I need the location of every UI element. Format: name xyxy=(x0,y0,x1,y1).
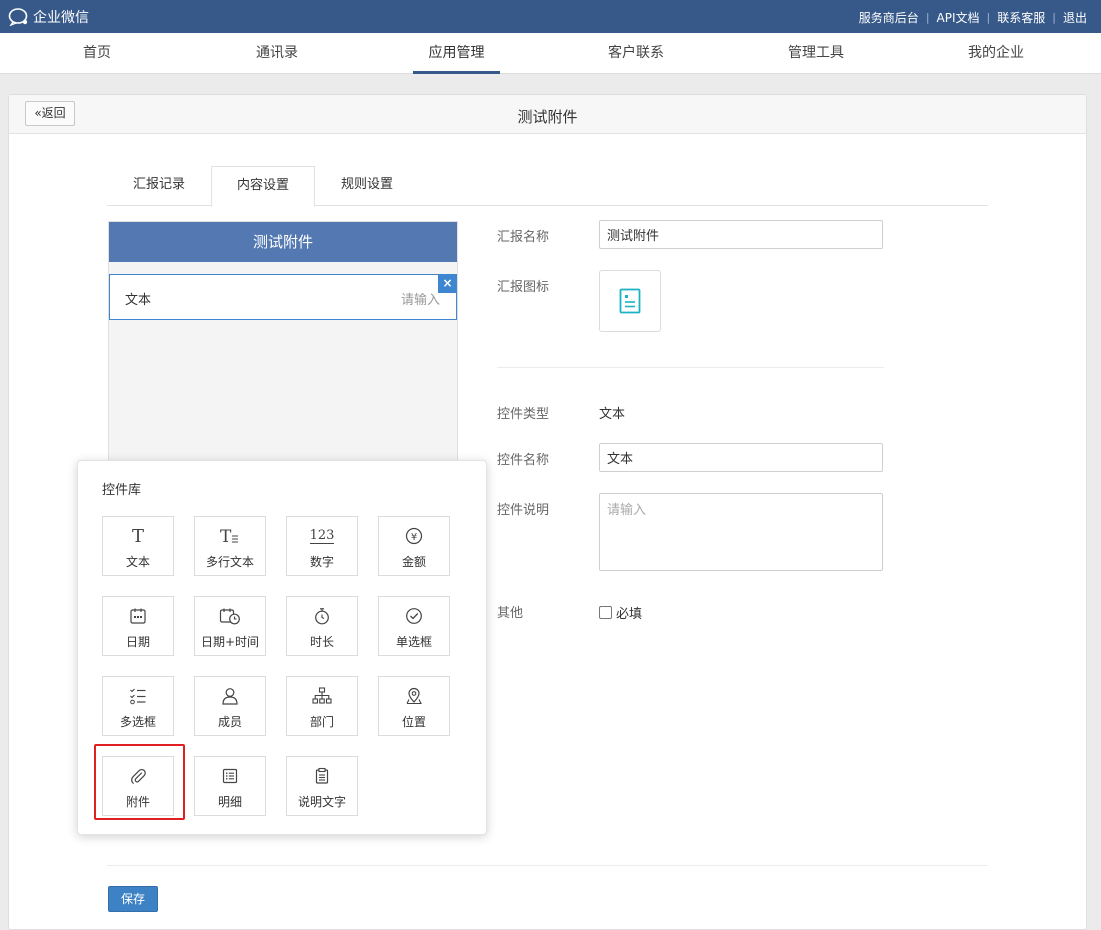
control-label: 单选框 xyxy=(395,635,432,649)
control-label: 部门 xyxy=(309,715,334,729)
control-label: 时长 xyxy=(309,635,334,649)
person-icon xyxy=(195,686,265,706)
control-desc-label: 控件说明 xyxy=(497,503,550,518)
panel-header: «返回 测试附件 xyxy=(9,95,1086,134)
control-description-text[interactable]: 说明文字 xyxy=(286,756,358,816)
multiline-text-icon: T xyxy=(195,526,265,546)
nav-my-enterprise[interactable]: 我的企业 xyxy=(954,33,1038,74)
detail-list-icon xyxy=(195,766,265,786)
control-name-label: 控件名称 xyxy=(497,453,550,468)
preview-title: 测试附件 xyxy=(109,222,457,262)
control-date[interactable]: 日期 xyxy=(102,596,174,656)
calendar-icon xyxy=(103,606,173,626)
document-icon xyxy=(619,288,641,314)
stopwatch-icon xyxy=(287,606,357,626)
control-label: 说明文字 xyxy=(297,795,346,809)
control-label: 成员 xyxy=(217,715,242,729)
yen-icon: ¥ xyxy=(379,526,449,546)
page-title: 测试附件 xyxy=(517,108,578,126)
link-logout[interactable]: 退出 xyxy=(1063,9,1087,26)
svg-text:¥: ¥ xyxy=(411,532,417,543)
report-name-input[interactable] xyxy=(599,220,883,249)
org-chart-icon xyxy=(287,686,357,706)
control-attachment[interactable]: 附件 xyxy=(102,756,174,816)
nav-management-tools[interactable]: 管理工具 xyxy=(774,33,858,74)
link-support[interactable]: 联系客服 xyxy=(997,9,1045,26)
preview-field-label: 文本 xyxy=(125,293,152,308)
control-type-value: 文本 xyxy=(599,407,626,422)
control-member[interactable]: 成员 xyxy=(194,676,266,736)
control-library-title: 控件库 xyxy=(102,483,142,498)
control-multi-choice[interactable]: 多选框 xyxy=(102,676,174,736)
delete-field-button[interactable]: × xyxy=(438,274,457,293)
control-label: 日期 xyxy=(125,635,150,649)
control-number[interactable]: 123 数字 xyxy=(286,516,358,576)
control-detail[interactable]: 明细 xyxy=(194,756,266,816)
divider xyxy=(107,865,988,866)
nav-contacts[interactable]: 通讯录 xyxy=(235,33,319,74)
save-button[interactable]: 保存 xyxy=(108,886,158,912)
control-type-label: 控件类型 xyxy=(497,407,550,422)
top-links: 服务商后台 | API文档 | 联系客服 | 退出 xyxy=(859,9,1087,26)
control-multiline-text[interactable]: T 多行文本 xyxy=(194,516,266,576)
link-provider-admin[interactable]: 服务商后台 xyxy=(859,9,919,26)
preview-field-text[interactable]: 文本 请输入 × xyxy=(109,274,457,320)
control-label: 明细 xyxy=(217,795,242,809)
control-location[interactable]: 位置 xyxy=(378,676,450,736)
divider: | xyxy=(925,11,930,24)
location-icon xyxy=(379,686,449,706)
control-duration[interactable]: 时长 xyxy=(286,596,358,656)
tab-report-records[interactable]: 汇报记录 xyxy=(107,166,211,206)
required-checkbox[interactable]: 必填 xyxy=(599,603,642,622)
required-label: 必填 xyxy=(616,607,643,622)
nav-app-management[interactable]: 应用管理 xyxy=(413,33,500,74)
tab-rule-settings[interactable]: 规则设置 xyxy=(315,166,419,206)
checklist-icon xyxy=(103,686,173,706)
control-name-input[interactable] xyxy=(599,443,883,472)
control-desc-textarea[interactable] xyxy=(599,493,883,571)
text-icon: T xyxy=(131,525,144,547)
other-label: 其他 xyxy=(497,606,524,621)
control-label: 金额 xyxy=(401,555,426,569)
nav-customer-contact[interactable]: 客户联系 xyxy=(594,33,678,74)
check-circle-icon xyxy=(379,606,449,626)
control-text[interactable]: T 文本 xyxy=(102,516,174,576)
control-department[interactable]: 部门 xyxy=(286,676,358,736)
nav-home[interactable]: 首页 xyxy=(55,33,139,74)
number-icon: 123 xyxy=(309,527,335,544)
control-label: 多选框 xyxy=(119,715,156,729)
tab-content-settings[interactable]: 内容设置 xyxy=(211,166,315,207)
wechat-work-logo-icon xyxy=(8,8,28,26)
paperclip-icon xyxy=(103,766,173,786)
divider xyxy=(497,367,884,368)
control-label: 文本 xyxy=(125,555,150,569)
top-bar: 企业微信 服务商后台 | API文档 | 联系客服 | 退出 xyxy=(0,0,1101,33)
report-name-label: 汇报名称 xyxy=(497,230,550,245)
control-library-popup: 控件库 T 文本 T 多行文本 123 数字 ¥ 金额 日期 日期+时间 时长 … xyxy=(77,460,487,835)
checkbox-box[interactable] xyxy=(599,606,612,619)
control-datetime[interactable]: 日期+时间 xyxy=(194,596,266,656)
control-label: 日期+时间 xyxy=(200,635,260,649)
link-api-docs[interactable]: API文档 xyxy=(937,9,980,26)
control-label: 附件 xyxy=(125,795,150,809)
control-single-choice[interactable]: 单选框 xyxy=(378,596,450,656)
divider: | xyxy=(1052,11,1056,24)
report-icon-label: 汇报图标 xyxy=(497,280,550,295)
description-icon xyxy=(287,766,357,786)
svg-text:T: T xyxy=(220,527,232,545)
brand-logo[interactable]: 企业微信 xyxy=(8,7,89,27)
main-nav: 首页 通讯录 应用管理 客户联系 管理工具 我的企业 xyxy=(0,33,1101,74)
preview-field-placeholder: 请输入 xyxy=(400,293,440,308)
tab-bar: 汇报记录 内容设置 规则设置 xyxy=(107,166,988,207)
form-preview: 测试附件 文本 请输入 × xyxy=(108,221,458,461)
report-icon-picker[interactable] xyxy=(599,270,661,332)
brand-name: 企业微信 xyxy=(33,10,89,26)
control-label: 多行文本 xyxy=(205,555,254,569)
control-label: 位置 xyxy=(401,715,426,729)
divider: | xyxy=(986,11,991,24)
calendar-clock-icon xyxy=(195,606,265,626)
control-amount[interactable]: ¥ 金额 xyxy=(378,516,450,576)
control-label: 数字 xyxy=(309,555,334,569)
